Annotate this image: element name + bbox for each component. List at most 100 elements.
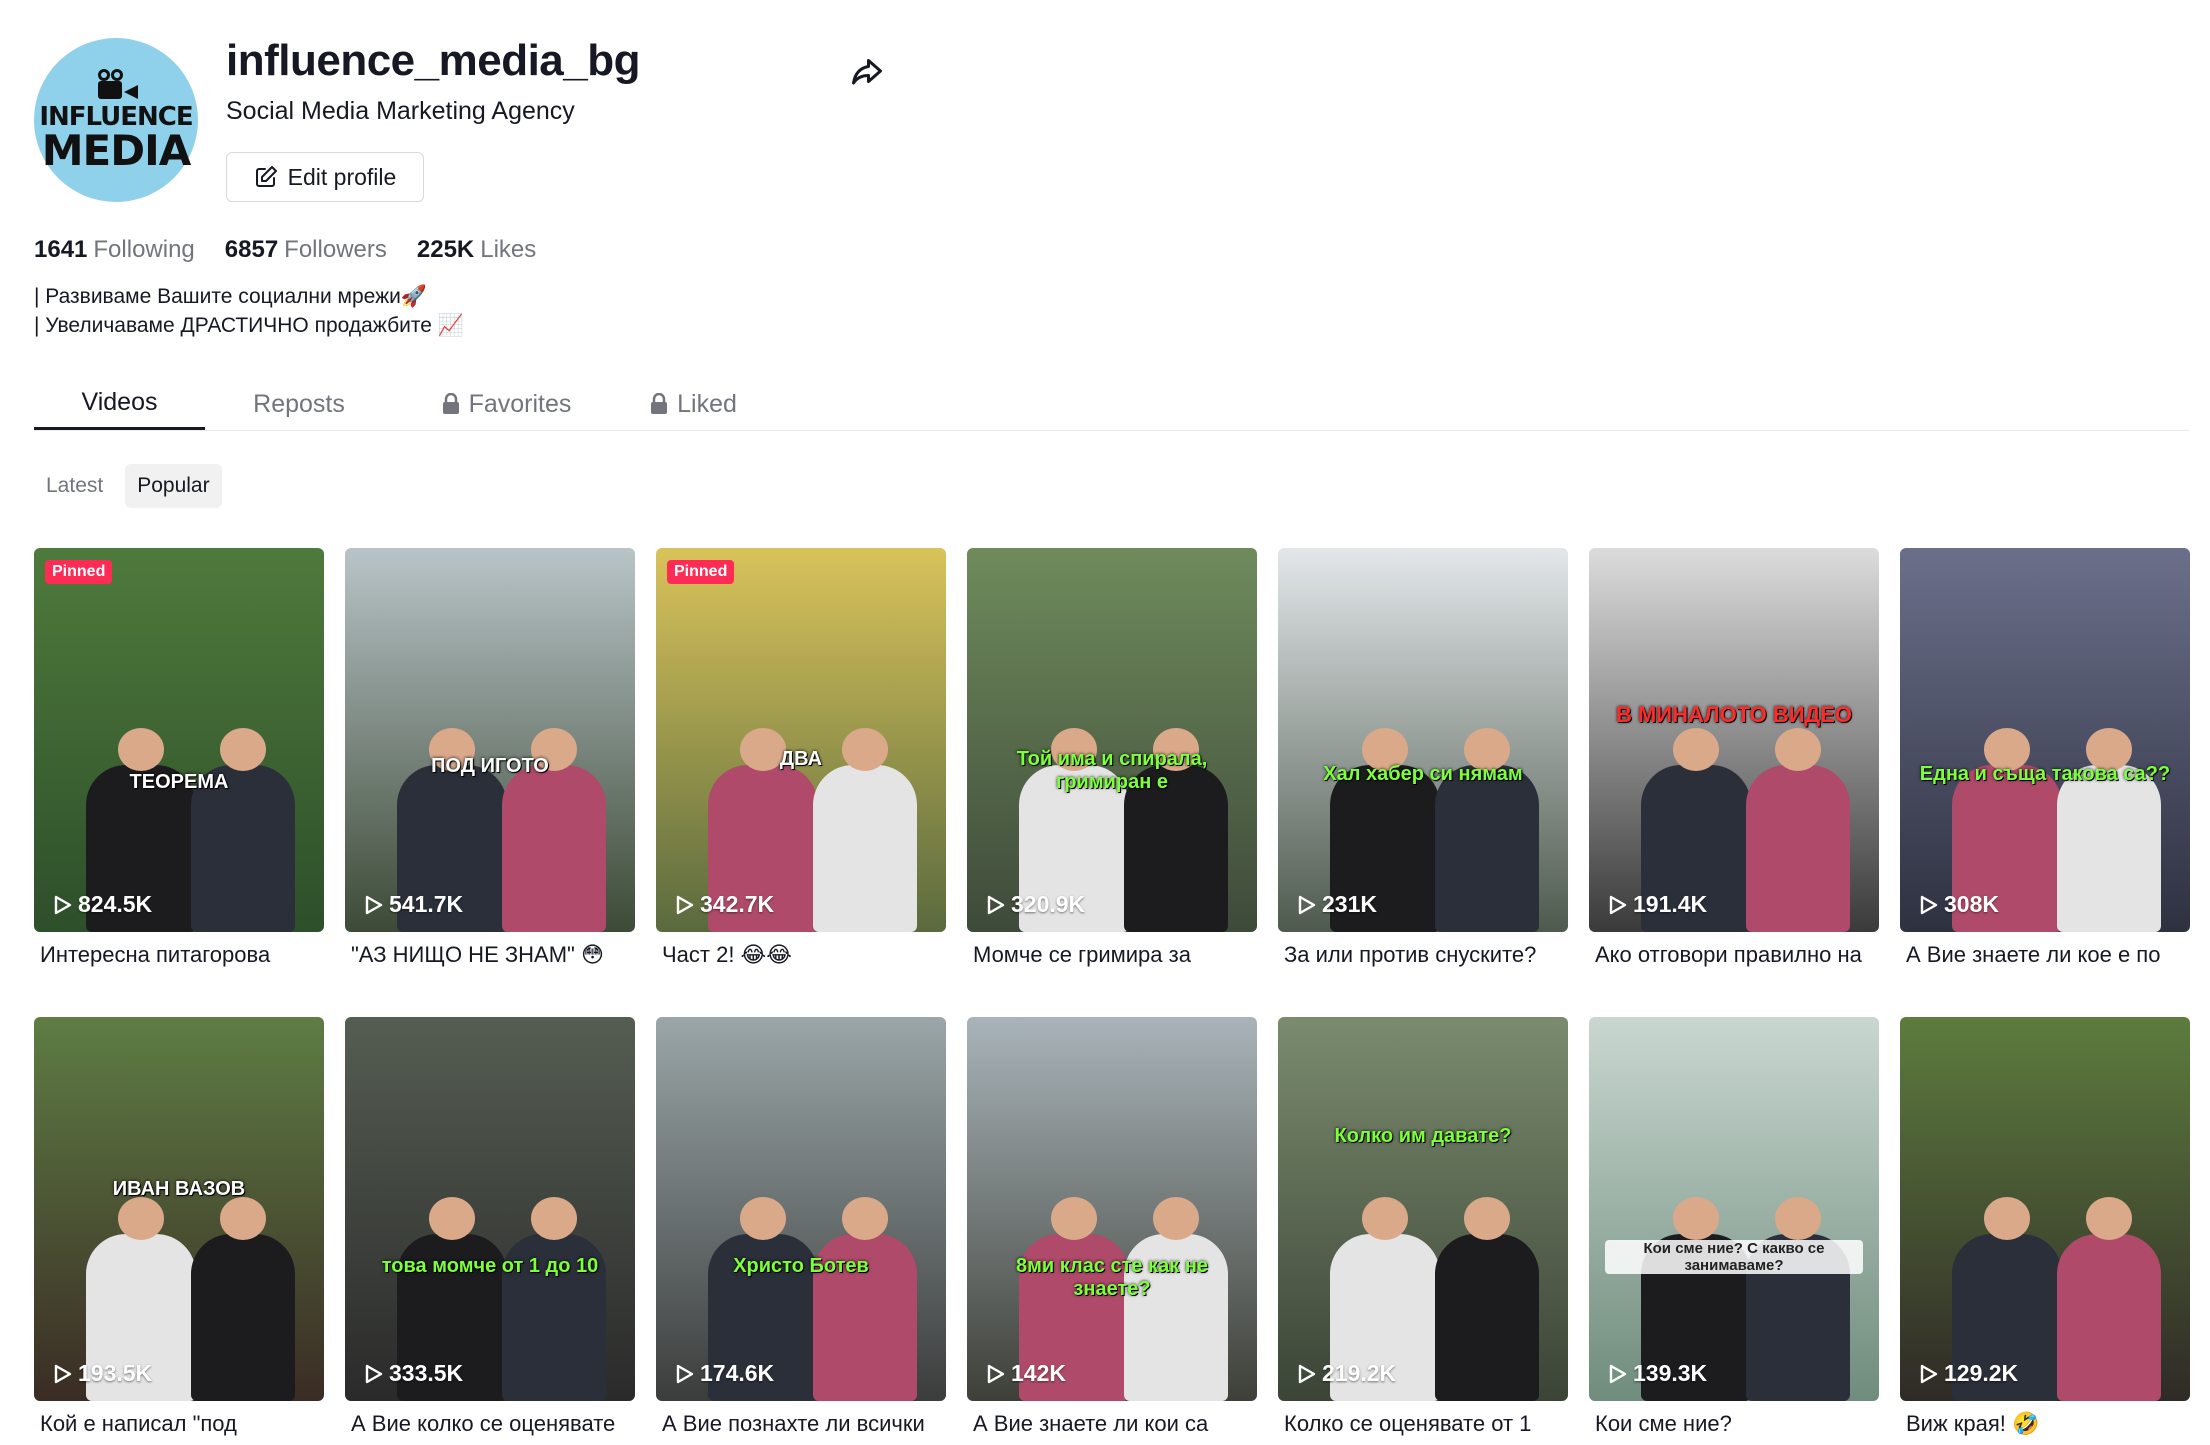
video-card[interactable]: ПОД ИГОТО 541.7K "АЗ НИЩО НЕ ЗНАМ" 😳 (345, 548, 635, 976)
view-count-label: 129.2K (1944, 1360, 2019, 1386)
edit-profile-button[interactable]: Edit profile (226, 152, 424, 202)
view-count-label: 174.6K (700, 1360, 775, 1386)
video-card[interactable]: 129.2K Виж края! 🤣 (1900, 1017, 2190, 1445)
following-stat[interactable]: 1641 Following (34, 236, 195, 264)
thumbnail-overlay-text: Той има и спирала, гримиран е (1016, 747, 1208, 793)
video-thumbnail[interactable]: Христо Ботев 174.6K (656, 1017, 946, 1401)
view-count: 139.3K (1609, 1360, 1707, 1387)
tab-liked[interactable]: Liked (619, 378, 767, 430)
thumbnail-overlay-text: 8ми клас сте как не знаете? (1015, 1255, 1209, 1301)
thumbnail-overlay-text: това момче от 1 до 10 (381, 1255, 599, 1278)
profile-tabs: Videos Reposts Favorites Liked (34, 378, 2190, 431)
pinned-badge: Pinned (45, 560, 113, 584)
thumbnail-overlay-text: ТЕОРЕМА (129, 770, 229, 793)
video-thumbnail[interactable]: Той има и спирала, гримиран е 320.9K (967, 548, 1257, 932)
video-card[interactable]: ИВАН ВАЗОВ 193.5K Кой е написал "под (34, 1017, 324, 1445)
video-caption[interactable]: Кои сме ние? (1589, 1409, 1879, 1445)
view-count-label: 139.3K (1633, 1360, 1708, 1386)
lock-icon (442, 393, 459, 414)
thumbnail-overlay-text: ДВА (779, 747, 823, 770)
pinned-badge: Pinned (667, 560, 735, 584)
video-grid: Pinned ТЕОРЕМА 824.5K Интересна питагорова П… (34, 548, 2194, 1445)
video-thumbnail[interactable]: Една и съща такова са?? 308K (1900, 548, 2190, 932)
video-caption[interactable]: Виж края! 🤣 (1900, 1409, 2190, 1445)
video-card[interactable]: Кои сме ние? С какво се занимаваме? 139.3… (1589, 1017, 1879, 1445)
view-count: 174.6K (676, 1360, 774, 1387)
play-icon (987, 895, 1005, 914)
video-thumbnail[interactable]: Хал хабер си нямам 231K (1278, 548, 1568, 932)
view-count: 142K (987, 1360, 1066, 1387)
video-thumbnail[interactable]: Колко им давате? 219.2K (1278, 1017, 1568, 1401)
edit-icon (255, 166, 277, 187)
video-caption[interactable]: Кой е написал "под (34, 1409, 324, 1445)
bio-line: | Увеличаваме ДРАСТИЧНО продажбите 📈 (34, 314, 464, 337)
video-thumbnail[interactable]: ИВАН ВАЗОВ 193.5K (34, 1017, 324, 1401)
video-caption[interactable]: За или против снуските? (1278, 940, 1568, 976)
profile-stats: 1641 Following 6857 Followers 225K Likes (34, 236, 536, 264)
play-icon (1920, 1364, 1938, 1383)
thumbnail-overlay-text: Христо Ботев (733, 1255, 869, 1278)
video-thumbnail[interactable]: Pinned ДВА 342.7K (656, 548, 946, 932)
view-count: 342.7K (676, 891, 774, 918)
view-count-label: 541.7K (389, 891, 464, 917)
view-count-label: 231K (1322, 891, 1377, 917)
video-thumbnail[interactable]: това момче от 1 до 10 333.5K (345, 1017, 635, 1401)
play-icon (676, 895, 694, 914)
video-card[interactable]: това момче от 1 до 10 333.5K А Вие колко с… (345, 1017, 635, 1445)
play-icon (365, 895, 383, 914)
view-count: 308K (1920, 891, 1999, 918)
sort-popular[interactable]: Popular (125, 464, 222, 508)
video-card[interactable]: Той има и спирала, гримиран е 320.9K Момче… (967, 548, 1257, 976)
video-caption[interactable]: А Вие знаете ли кои са (967, 1409, 1257, 1445)
camera-icon (94, 69, 138, 99)
video-card[interactable]: Една и съща такова са?? 308K А Вие знаете … (1900, 548, 2190, 976)
profile-avatar[interactable]: INFLUENCE MEDIA (34, 38, 198, 202)
view-count-label: 333.5K (389, 1360, 464, 1386)
video-caption[interactable]: А Вие познахте ли всички (656, 1409, 946, 1445)
play-icon (987, 1364, 1005, 1383)
video-thumbnail[interactable]: В МИНАЛОТО ВИДЕО 191.4K (1589, 548, 1879, 932)
tab-favorites[interactable]: Favorites (393, 378, 619, 430)
view-count: 541.7K (365, 891, 463, 918)
video-caption[interactable]: "АЗ НИЩО НЕ ЗНАМ" 😳 (345, 940, 635, 976)
sort-toggle: Latest Popular (34, 464, 222, 508)
play-icon (54, 895, 72, 914)
followers-stat[interactable]: 6857 Followers (225, 236, 387, 264)
thumbnail-overlay-text: Хал хабер си нямам (1323, 763, 1523, 786)
tab-label: Liked (677, 389, 737, 418)
video-caption[interactable]: Част 2! 😂😂 (656, 940, 946, 976)
play-icon (1609, 895, 1627, 914)
play-icon (1298, 895, 1316, 914)
video-thumbnail[interactable]: Pinned ТЕОРЕМА 824.5K (34, 548, 324, 932)
video-caption[interactable]: А Вие колко се оценявате (345, 1409, 635, 1445)
likes-count: 225K (416, 236, 475, 263)
view-count: 231K (1298, 891, 1377, 918)
likes-stat: 225K Likes (417, 236, 536, 264)
share-button[interactable] (846, 50, 888, 92)
video-caption[interactable]: Колко се оценявате от 1 (1278, 1409, 1568, 1445)
followers-label: Followers (284, 236, 387, 263)
tab-videos[interactable]: Videos (34, 378, 205, 430)
video-card[interactable]: Христо Ботев 174.6K А Вие познахте ли всич… (656, 1017, 946, 1445)
video-card[interactable]: Хал хабер си нямам 231K За или против снус… (1278, 548, 1568, 976)
video-card[interactable]: 8ми клас сте как не знаете? 142K А Вие зна… (967, 1017, 1257, 1445)
sort-latest[interactable]: Latest (34, 464, 115, 508)
view-count-label: 342.7K (700, 891, 775, 917)
video-card[interactable]: Колко им давате? 219.2K Колко се оценявате… (1278, 1017, 1568, 1445)
play-icon (1298, 1364, 1316, 1383)
video-card[interactable]: Pinned ТЕОРЕМА 824.5K Интересна питагорова (34, 548, 324, 976)
video-card[interactable]: В МИНАЛОТО ВИДЕО 191.4K Ако отговори прави… (1589, 548, 1879, 976)
video-thumbnail[interactable]: Кои сме ние? С какво се занимаваме? 139.3… (1589, 1017, 1879, 1401)
video-caption[interactable]: Ако отговори правилно на (1589, 940, 1879, 976)
video-caption[interactable]: Интересна питагорова (34, 940, 324, 976)
video-thumbnail[interactable]: ПОД ИГОТО 541.7K (345, 548, 635, 932)
tab-reposts[interactable]: Reposts (205, 378, 393, 430)
following-label: Following (93, 236, 195, 263)
video-caption[interactable]: А Вие знаете ли кое е по (1900, 940, 2190, 976)
view-count: 191.4K (1609, 891, 1707, 918)
bio-line: | Развиваме Вашите социални мрежи🚀 (34, 285, 428, 308)
video-thumbnail[interactable]: 8ми клас сте как не знаете? 142K (967, 1017, 1257, 1401)
video-caption[interactable]: Момче се гримира за (967, 940, 1257, 976)
video-thumbnail[interactable]: 129.2K (1900, 1017, 2190, 1401)
video-card[interactable]: Pinned ДВА 342.7K Част 2! 😂😂 (656, 548, 946, 976)
